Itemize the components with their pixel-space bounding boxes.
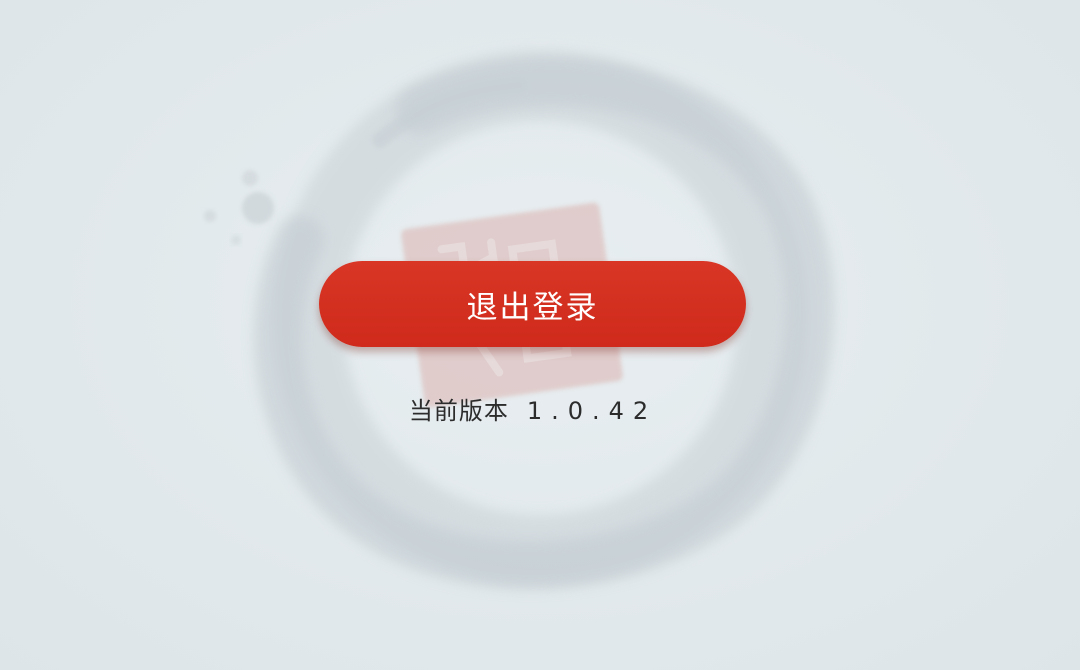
version-number: 1.0.42 bbox=[526, 397, 658, 425]
version-info: 当前版本 1.0.42 bbox=[0, 391, 1066, 431]
logout-button[interactable]: 退出登录 bbox=[319, 261, 746, 347]
settings-screen: 退出登录 当前版本 1.0.42 bbox=[0, 0, 1080, 670]
version-label: 当前版本 bbox=[408, 397, 509, 425]
